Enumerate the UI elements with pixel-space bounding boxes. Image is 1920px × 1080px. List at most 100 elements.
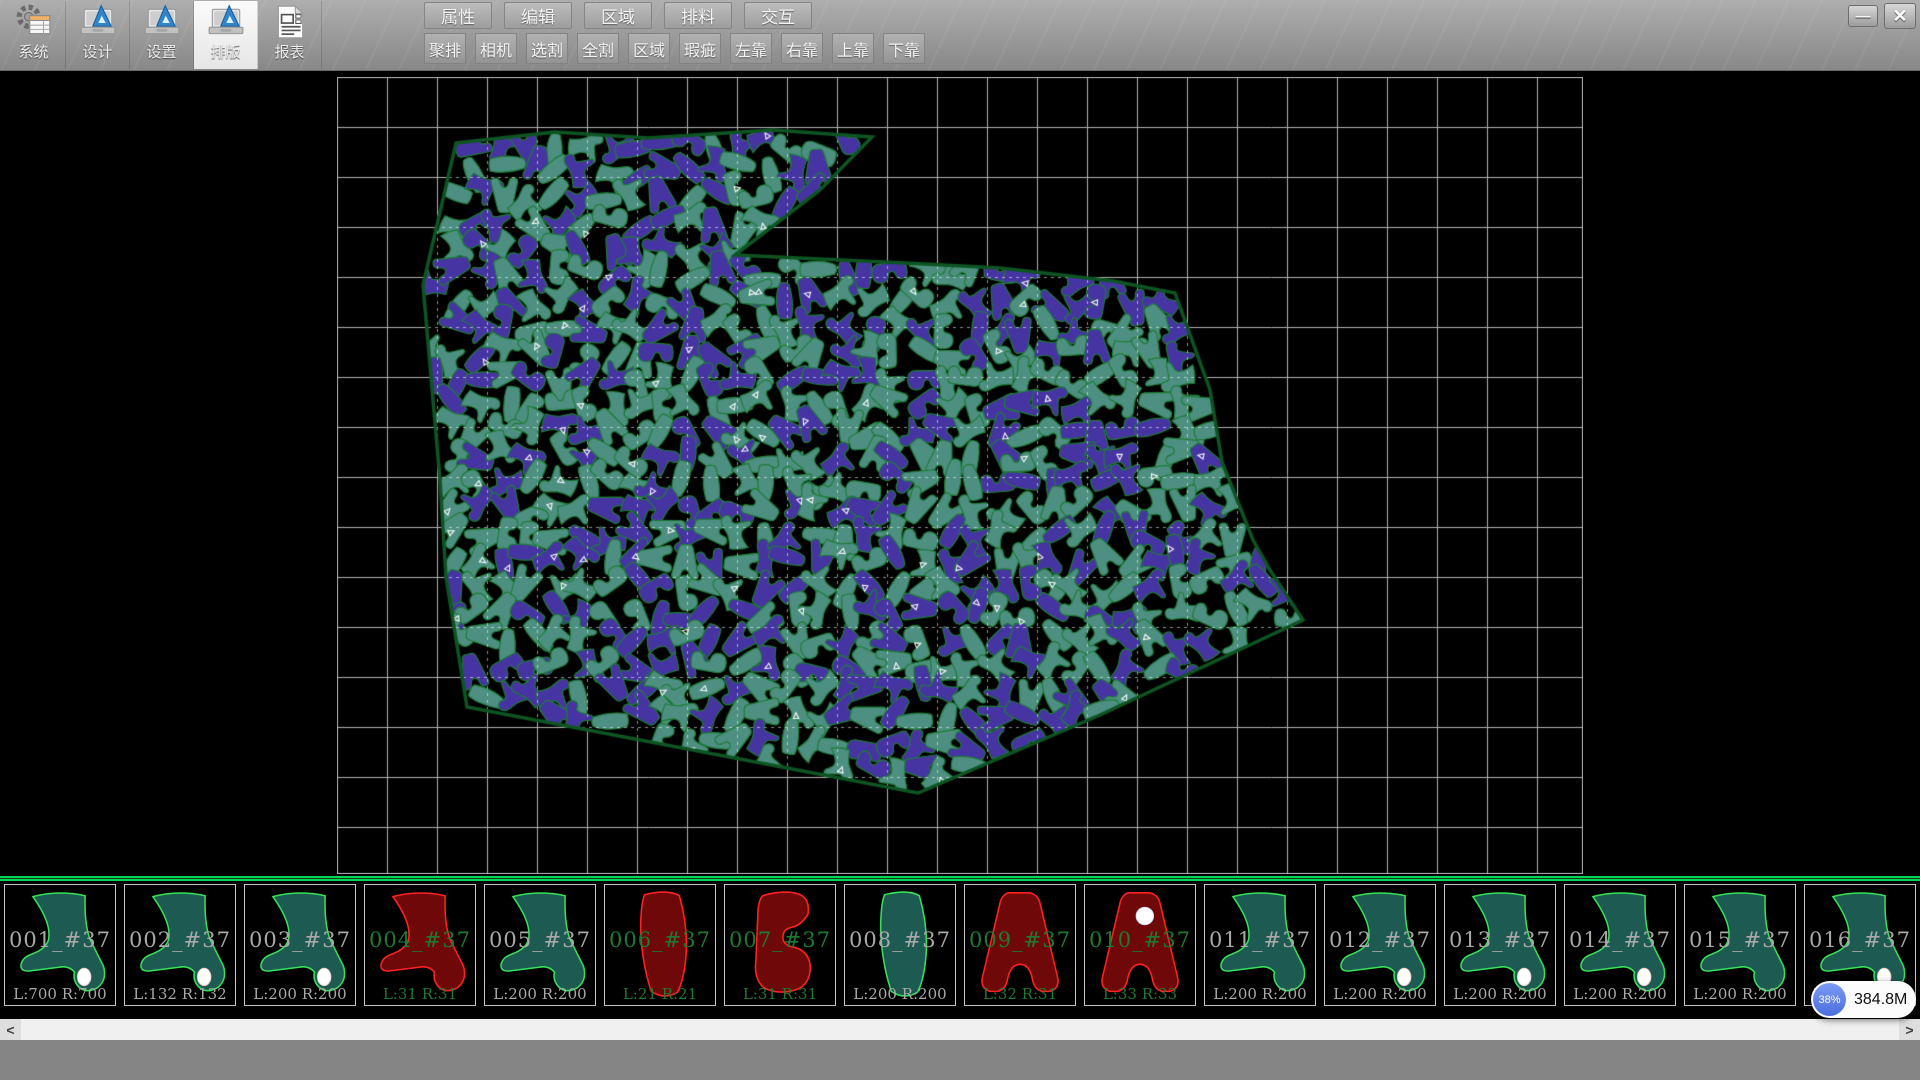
thumbnail-cell-001_#37[interactable]: 001_#37 L:700 R:700: [4, 884, 116, 1006]
close-button[interactable]: ✕: [1884, 3, 1916, 29]
ribbon-button-nesting[interactable]: 排版: [194, 1, 258, 69]
pieces-strip: 001_#37 L:700 R:700 002_#37 L:132 R:132 003_…: [0, 876, 1920, 1008]
piece-size-info: L:200 R:200: [1205, 985, 1315, 1003]
thumbnail-cell-003_#37[interactable]: 003_#37 L:200 R:200: [244, 884, 356, 1006]
status-bar: [0, 1040, 1920, 1080]
tool-button-2[interactable]: 选割: [526, 33, 568, 64]
piece-name: 006_#37: [605, 928, 715, 952]
ribbon-button-system[interactable]: 系统: [2, 1, 66, 69]
scroll-left-icon: <: [6, 1022, 14, 1038]
piece-size-info: L:31 R:31: [365, 985, 475, 1003]
progress-label: 38%: [1818, 994, 1840, 1006]
piece-size-info: L:132 R:132: [125, 985, 235, 1003]
piece-name: 010_#37: [1085, 928, 1195, 952]
piece-name: 001_#37: [5, 928, 115, 952]
thumbnail-cell-005_#37[interactable]: 005_#37 L:200 R:200: [484, 884, 596, 1006]
ribbon-buttons: 系统 设计 设置 排版 报表: [2, 1, 322, 69]
close-icon: ✕: [1892, 6, 1907, 27]
piece-name: 012_#37: [1325, 928, 1435, 952]
strip-top-line: [0, 876, 1920, 882]
piece-name: 009_#37: [965, 928, 1075, 952]
tool-button-0[interactable]: 聚排: [424, 33, 466, 64]
thumbnail-cell-008_#37[interactable]: 008_#37 L:200 R:200: [844, 884, 956, 1006]
piece-size-info: L:33 R:33: [1085, 985, 1195, 1003]
thumbnail-cell-015_#37[interactable]: 015_#37 L:200 R:200: [1684, 884, 1796, 1006]
thumbnail-cell-012_#37[interactable]: 012_#37 L:200 R:200: [1324, 884, 1436, 1006]
piece-name: 003_#37: [245, 928, 355, 952]
tool-button-1[interactable]: 相机: [475, 33, 517, 64]
menu-tab-1[interactable]: 编辑: [504, 2, 572, 29]
ribbon-button-settings[interactable]: 设置: [130, 1, 194, 69]
piece-size-info: L:32 R:31: [965, 985, 1075, 1003]
piece-size-info: L:200 R:200: [245, 985, 355, 1003]
ribbon-button-label: 系统: [18, 41, 48, 62]
tool-button-5[interactable]: 瑕疵: [679, 33, 721, 64]
scroll-right-button[interactable]: >: [1899, 1019, 1920, 1040]
piece-name: 013_#37: [1445, 928, 1555, 952]
piece-name: 007_#37: [725, 928, 835, 952]
toolbar: 系统设计设置排版报表 属性编辑区域排料交互 聚排相机选割全割区域瑕疵左靠右靠上靠…: [0, 0, 1920, 71]
piece-size-info: L:200 R:200: [485, 985, 595, 1003]
tool-button-8[interactable]: 上靠: [832, 33, 874, 64]
thumbnail-cell-009_#37[interactable]: 009_#37 L:32 R:31: [964, 884, 1076, 1006]
menus: 属性编辑区域排料交互 聚排相机选割全割区域瑕疵左靠右靠上靠下靠: [424, 0, 925, 64]
report-icon: [271, 3, 309, 39]
window-controls: — ✕: [1848, 3, 1916, 29]
piece-size-info: L:200 R:200: [1685, 985, 1795, 1003]
piece-name: 005_#37: [485, 928, 595, 952]
menu-tab-4[interactable]: 交互: [744, 2, 812, 29]
piece-size-info: L:700 R:700: [5, 985, 115, 1003]
progress-circle: 38%: [1813, 983, 1846, 1016]
piece-name: 015_#37: [1685, 928, 1795, 952]
tool-buttons: 聚排相机选割全割区域瑕疵左靠右靠上靠下靠: [424, 33, 925, 64]
nesting-icon: [207, 3, 245, 39]
pieces-row: 001_#37 L:700 R:700 002_#37 L:132 R:132 003_…: [0, 884, 1920, 1006]
memory-badge: 38% 384.8M: [1811, 981, 1916, 1018]
menu-tab-0[interactable]: 属性: [424, 2, 492, 29]
piece-size-info: L:200 R:200: [845, 985, 955, 1003]
scrollbar-thumb[interactable]: [21, 1019, 1899, 1040]
design-icon: [79, 3, 117, 39]
ribbon-button-label: 报表: [274, 41, 304, 62]
menu-tabs: 属性编辑区域排料交互: [424, 2, 925, 29]
piece-size-info: L:31 R:31: [725, 985, 835, 1003]
tool-button-7[interactable]: 右靠: [781, 33, 823, 64]
tool-button-9[interactable]: 下靠: [883, 33, 925, 64]
piece-size-info: L:21 R:21: [605, 985, 715, 1003]
minimize-button[interactable]: —: [1848, 5, 1878, 27]
piece-name: 016_#37: [1805, 928, 1915, 952]
ribbon-button-label: 排版: [210, 41, 240, 62]
thumbnail-cell-006_#37[interactable]: 006_#37 L:21 R:21: [604, 884, 716, 1006]
scroll-left-button[interactable]: <: [0, 1019, 21, 1040]
menu-tab-2[interactable]: 区域: [584, 2, 652, 29]
piece-name: 004_#37: [365, 928, 475, 952]
ribbon-button-label: 设置: [146, 41, 176, 62]
piece-size-info: L:200 R:200: [1325, 985, 1435, 1003]
piece-name: 002_#37: [125, 928, 235, 952]
ribbon-button-report[interactable]: 报表: [258, 1, 322, 69]
piece-name: 014_#37: [1565, 928, 1675, 952]
piece-name: 008_#37: [845, 928, 955, 952]
tool-button-3[interactable]: 全割: [577, 33, 619, 64]
app-window: 系统设计设置排版报表 属性编辑区域排料交互 聚排相机选割全割区域瑕疵左靠右靠上靠…: [0, 0, 1920, 1080]
nesting-canvas[interactable]: [337, 77, 1583, 874]
tool-button-4[interactable]: 区域: [628, 33, 670, 64]
menu-tab-3[interactable]: 排料: [664, 2, 732, 29]
ribbon-button-label: 设计: [82, 41, 112, 62]
thumbnail-cell-007_#37[interactable]: 007_#37 L:31 R:31: [724, 884, 836, 1006]
ribbon-button-design[interactable]: 设计: [66, 1, 130, 69]
thumbnail-cell-011_#37[interactable]: 011_#37 L:200 R:200: [1204, 884, 1316, 1006]
thumbnail-cell-002_#37[interactable]: 002_#37 L:132 R:132: [124, 884, 236, 1006]
piece-size-info: L:200 R:200: [1565, 985, 1675, 1003]
piece-size-info: L:200 R:200: [1445, 985, 1555, 1003]
horizontal-scrollbar[interactable]: < >: [0, 1019, 1920, 1040]
tool-button-6[interactable]: 左靠: [730, 33, 772, 64]
thumbnail-cell-013_#37[interactable]: 013_#37 L:200 R:200: [1444, 884, 1556, 1006]
piece-name: 011_#37: [1205, 928, 1315, 952]
system-icon: [15, 3, 53, 39]
memory-label: 384.8M: [1854, 991, 1907, 1009]
thumbnail-cell-010_#37[interactable]: 010_#37 L:33 R:33: [1084, 884, 1196, 1006]
thumbnail-cell-004_#37[interactable]: 004_#37 L:31 R:31: [364, 884, 476, 1006]
minimize-icon: —: [1856, 8, 1871, 25]
thumbnail-cell-014_#37[interactable]: 014_#37 L:200 R:200: [1564, 884, 1676, 1006]
